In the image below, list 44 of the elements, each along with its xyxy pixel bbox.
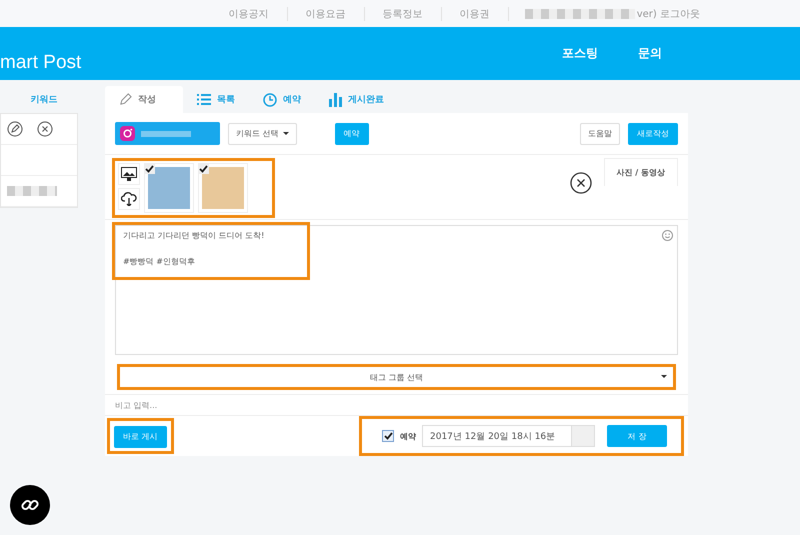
pencil-icon[interactable]: [7, 121, 23, 137]
blurred-text: [141, 130, 191, 136]
image-upload-icon[interactable]: [118, 163, 140, 185]
camera-icon: [120, 126, 135, 141]
help-button[interactable]: 도움말: [580, 122, 620, 144]
reserve-button[interactable]: 예약: [334, 122, 369, 144]
media-tab[interactable]: 사진 / 동영상: [604, 158, 678, 186]
tab[interactable]: 목록: [183, 86, 249, 113]
logout-link[interactable]: ver) 로그아웃: [636, 6, 700, 20]
account-button[interactable]: [115, 122, 220, 145]
nav-link[interactable]: 문의: [638, 45, 662, 62]
cloud-upload-icon[interactable]: [118, 188, 140, 210]
new-post-button[interactable]: 새로작성: [628, 122, 678, 144]
post-text-area[interactable]: 기다리고 기다리던 빵덕이 드디어 도착! #빵빵덕 #인형덕후: [115, 225, 678, 355]
save-button[interactable]: 저 장: [607, 425, 667, 447]
bar-chart-icon: [329, 92, 342, 106]
checkbox[interactable]: [198, 163, 209, 174]
clock-icon: [263, 92, 277, 106]
link-button[interactable]: [10, 485, 50, 525]
list-icon: [197, 94, 211, 105]
top-link[interactable]: 이용공지: [210, 6, 288, 20]
nav-link[interactable]: 포스팅: [562, 45, 598, 62]
top-link[interactable]: 이용요금: [288, 6, 365, 20]
reserve-label: 예약: [400, 430, 416, 442]
post-text-line: 기다리고 기다리던 빵덕이 드디어 도착!: [123, 230, 266, 242]
blurred-text: [7, 186, 57, 196]
top-link[interactable]: 등록정보: [364, 6, 442, 20]
brand-title: mart Post: [0, 52, 82, 75]
checkbox[interactable]: [144, 163, 155, 174]
checkbox[interactable]: [382, 430, 394, 442]
tab[interactable]: 작성: [105, 86, 183, 113]
smiley-icon[interactable]: [662, 230, 673, 241]
post-now-button[interactable]: 바로 게시: [114, 426, 167, 448]
datetime-field[interactable]: 2017년 12월 20일 18시 16분: [422, 425, 572, 447]
post-text-line: #빵빵덕 #인형덕후: [123, 256, 196, 268]
tab[interactable]: 게시완료: [315, 86, 398, 113]
keyword-dropdown[interactable]: 키워드 선택: [228, 122, 297, 144]
close-icon[interactable]: [37, 121, 53, 137]
sidebar-tab[interactable]: 키워드: [10, 86, 78, 113]
memo-field[interactable]: 비고 입력...: [105, 394, 688, 416]
tab[interactable]: 예약: [249, 86, 315, 113]
close-icon[interactable]: [570, 172, 592, 194]
top-link[interactable]: 이용권: [442, 6, 509, 20]
pencil-icon: [119, 93, 132, 106]
